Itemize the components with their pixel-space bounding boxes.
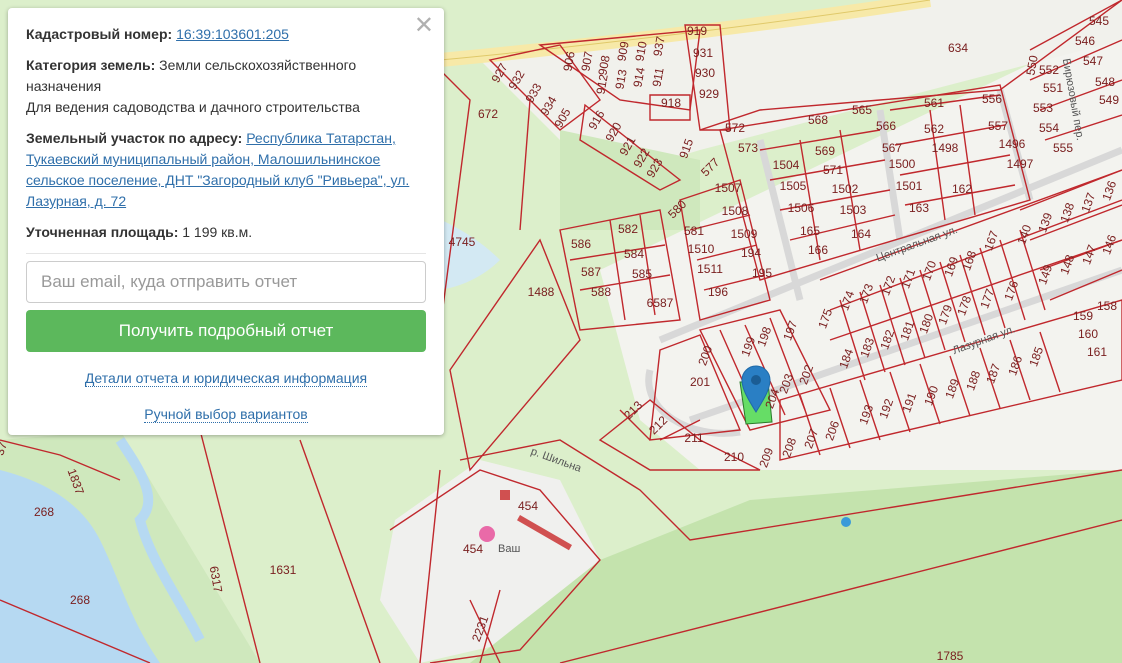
parcel-number-label[interactable]: 930 [695,66,715,80]
parcel-number-label[interactable]: 561 [924,96,944,110]
poi-icon[interactable] [479,526,495,542]
parcel-number-label[interactable]: 1510 [688,242,715,256]
parcel-number-label[interactable]: 1506 [788,201,815,215]
parcel-number-label[interactable]: 569 [815,144,835,158]
parcel-number-label[interactable]: 6587 [647,296,674,310]
parcel-number-label[interactable]: 268 [34,505,54,519]
parcel-number-label[interactable]: 158 [1097,299,1117,313]
area-label: Уточненная площадь: [26,224,179,240]
parcel-number-label[interactable]: 1498 [932,141,959,155]
close-icon[interactable]: ✕ [414,14,434,38]
parcel-number-label[interactable]: 1785 [937,649,964,663]
parcel-number-label[interactable]: 555 [1053,141,1073,155]
parcel-number-label[interactable]: 931 [693,46,713,60]
cadastral-label: Кадастровый номер: [26,26,173,42]
parcel-number-label[interactable]: 571 [823,163,843,177]
parcel-number-label[interactable]: 919 [687,24,707,38]
parcel-number-label[interactable]: 545 [1089,14,1109,28]
parcel-number-label[interactable]: 1511 [697,262,723,276]
parcel-number-label[interactable]: 196 [708,285,728,299]
address-label: Земельный участок по адресу: [26,130,243,146]
parcel-number-label[interactable]: 159 [1073,309,1093,323]
parcel-number-label[interactable]: 195 [752,266,772,280]
cadastral-number-link[interactable]: 16:39:103601:205 [176,26,289,42]
parcel-number-label[interactable]: 1631 [270,563,297,577]
parcel-number-label[interactable]: 161 [1087,345,1107,359]
parcel-number-label[interactable]: 672 [478,107,498,121]
water-drop-icon [841,517,851,527]
parcel-info-popup: ✕ Кадастровый номер: 16:39:103601:205 Ка… [8,8,444,435]
parcel-number-label[interactable]: 1496 [999,137,1026,151]
parcel-number-label[interactable]: 160 [1078,327,1098,341]
manual-selection-link[interactable]: Ручной выбор вариантов [144,406,308,423]
parcel-number-label[interactable]: 586 [571,237,591,251]
divider [26,253,426,254]
parcel-number-label[interactable]: 162 [952,182,972,196]
parcel-number-label[interactable]: 584 [624,247,644,261]
parcel-number-label[interactable]: 1497 [1007,157,1034,171]
parcel-number-label[interactable]: 165 [800,224,820,238]
parcel-number-label[interactable]: 1504 [773,158,800,172]
parcel-number-label[interactable]: 210 [724,450,744,464]
parcel-number-label[interactable]: 166 [808,243,828,257]
email-input[interactable] [26,261,426,303]
cadastral-row: Кадастровый номер: 16:39:103601:205 [26,24,426,45]
report-details-link[interactable]: Детали отчета и юридическая информация [84,370,368,387]
category-label: Категория земель: [26,57,156,73]
parcel-number-label[interactable]: 562 [924,122,944,136]
area-row: Уточненная площадь: 1 199 кв.м. [26,222,426,243]
category-row: Категория земель: Земли сельскохозяйстве… [26,55,426,118]
parcel-number-label[interactable]: 1507 [715,181,742,195]
address-row: Земельный участок по адресу: Республика … [26,128,426,212]
parcel-number-label[interactable]: 587 [581,265,601,279]
parcel-number-label[interactable]: 163 [909,201,929,215]
parcel-number-label[interactable]: 582 [618,222,638,236]
parcel-number-label[interactable]: 565 [852,103,872,117]
parcel-number-label[interactable]: 164 [851,227,871,241]
parcel-number-label[interactable]: 552 [1039,63,1059,77]
parcel-number-label[interactable]: 548 [1095,75,1115,89]
area-value: 1 199 кв.м. [182,224,253,240]
parcel-number-label[interactable]: 554 [1039,121,1059,135]
parcel-number-label[interactable]: 549 [1099,93,1119,107]
parcel-number-label[interactable]: 585 [632,267,652,281]
parcel-number-label[interactable]: 1502 [832,182,859,196]
parcel-number-label[interactable]: 1505 [780,179,807,193]
parcel-number-label[interactable]: 1500 [889,157,916,171]
parcel-number-label[interactable]: 1488 [528,285,555,299]
parcel-number-label[interactable]: 567 [882,141,902,155]
parcel-number-label[interactable]: 268 [70,593,90,607]
parcel-number-label[interactable]: 454 [518,499,538,513]
parcel-number-label[interactable]: 454 [463,542,483,556]
parcel-number-label[interactable]: 1509 [731,227,758,241]
parcel-number-label[interactable]: 573 [738,141,758,155]
parcel-number-label[interactable]: 546 [1075,34,1095,48]
parcel-number-label[interactable]: 1503 [840,203,867,217]
parcel-number-label[interactable]: 556 [982,92,1002,106]
parcel-number-label[interactable]: 194 [741,246,761,260]
parcel-number-label[interactable]: 551 [1043,81,1063,95]
parcel-number-label[interactable]: 581 [684,224,704,238]
parcel-number-label[interactable]: 918 [661,96,681,110]
parcel-number-label[interactable]: 4745 [449,235,476,249]
parcel-number-label[interactable]: 929 [699,87,719,101]
parcel-number-label[interactable]: 557 [988,119,1008,133]
parcel-number-label[interactable]: 588 [591,285,611,299]
parcel-number-label[interactable]: 211 [684,431,703,445]
parcel-number-label[interactable]: 201 [690,375,710,389]
parcel-number-label[interactable]: 547 [1083,54,1103,68]
parcel-number-label[interactable]: 634 [948,41,968,55]
parcel-number-label[interactable]: 553 [1033,101,1053,115]
parcel-number-label[interactable]: 1501 [896,179,923,193]
usage-value: Для ведения садоводства и дачного строит… [26,99,360,115]
get-report-button[interactable]: Получить подробный отчет [26,310,426,352]
parcel-number-label[interactable]: 1508 [722,204,749,218]
parcel-number-label[interactable]: 572 [725,121,745,135]
parcel-number-label[interactable]: 568 [808,113,828,127]
parcel-number-label[interactable]: 566 [876,119,896,133]
poi-label: Ваш [498,543,520,555]
